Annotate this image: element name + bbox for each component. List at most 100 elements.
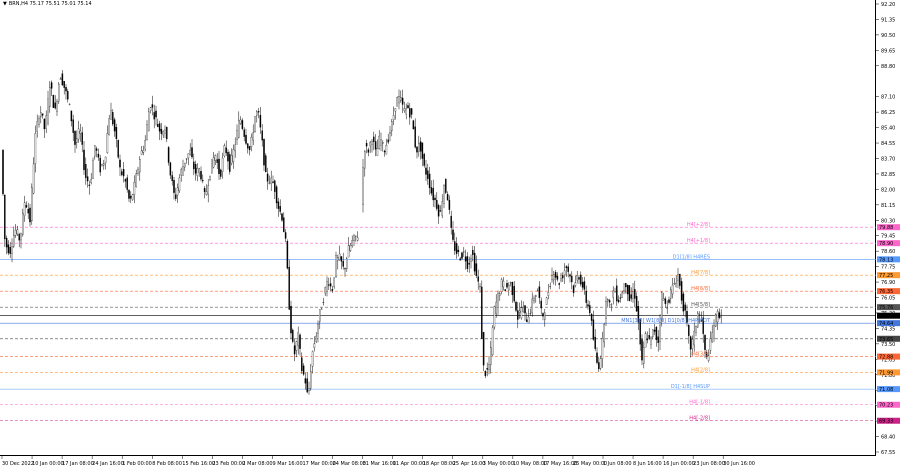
candle[interactable] <box>166 126 168 143</box>
candle[interactable] <box>367 147 370 157</box>
candle[interactable] <box>373 131 375 151</box>
candle[interactable] <box>36 114 38 138</box>
candle[interactable] <box>581 276 584 291</box>
candle[interactable] <box>342 252 344 270</box>
candle[interactable] <box>509 281 512 287</box>
candle[interactable] <box>149 107 152 114</box>
candle[interactable] <box>47 90 49 126</box>
candle[interactable] <box>394 108 397 120</box>
candle[interactable] <box>331 285 334 293</box>
candle[interactable] <box>184 162 186 172</box>
candle[interactable] <box>383 149 386 157</box>
candle[interactable] <box>648 328 650 341</box>
candle[interactable] <box>81 126 83 153</box>
candle[interactable] <box>554 269 557 286</box>
candle[interactable] <box>644 331 647 348</box>
candle[interactable] <box>387 133 389 145</box>
candle[interactable] <box>124 178 127 188</box>
candle[interactable] <box>488 356 490 375</box>
candle[interactable] <box>626 284 629 302</box>
candle[interactable] <box>419 137 422 160</box>
candle[interactable] <box>657 330 659 352</box>
candle[interactable] <box>239 116 242 125</box>
candle[interactable] <box>594 329 596 352</box>
candle[interactable] <box>43 118 46 138</box>
candle[interactable] <box>538 281 541 304</box>
candle[interactable] <box>403 101 406 113</box>
candle[interactable] <box>180 167 182 182</box>
candle[interactable] <box>104 156 107 170</box>
candle[interactable] <box>371 139 373 153</box>
candle[interactable] <box>59 77 62 80</box>
candle[interactable] <box>131 193 134 201</box>
candle[interactable] <box>90 172 92 185</box>
candle[interactable] <box>607 298 609 307</box>
candle[interactable] <box>67 88 69 103</box>
candle[interactable] <box>547 283 550 300</box>
candle[interactable] <box>380 132 382 151</box>
candle[interactable] <box>520 300 523 320</box>
candle[interactable] <box>254 116 256 133</box>
candle[interactable] <box>270 170 272 192</box>
candle[interactable] <box>160 122 163 141</box>
candle[interactable] <box>585 285 587 308</box>
candle[interactable] <box>144 135 146 152</box>
candle[interactable] <box>434 194 436 208</box>
candle[interactable] <box>605 296 607 327</box>
candle[interactable] <box>590 312 593 326</box>
candle[interactable] <box>113 117 116 137</box>
candle[interactable] <box>284 229 287 243</box>
candle[interactable] <box>333 277 335 289</box>
candle[interactable] <box>85 157 87 185</box>
candle[interactable] <box>545 296 548 305</box>
candle[interactable] <box>463 247 465 257</box>
candle[interactable] <box>301 352 303 374</box>
candle[interactable] <box>169 161 172 179</box>
candle[interactable] <box>662 292 665 301</box>
candle[interactable] <box>673 277 676 285</box>
candle[interactable] <box>461 251 463 261</box>
candle[interactable] <box>563 263 566 284</box>
candle[interactable] <box>502 277 505 291</box>
candle[interactable] <box>112 109 114 127</box>
candle[interactable] <box>311 350 314 374</box>
candle[interactable] <box>176 183 179 203</box>
candle[interactable] <box>416 146 418 159</box>
candle[interactable] <box>225 140 227 157</box>
candle[interactable] <box>504 289 506 292</box>
candle[interactable] <box>313 336 316 352</box>
candle[interactable] <box>162 130 164 138</box>
candle[interactable] <box>621 290 623 298</box>
candle[interactable] <box>50 80 53 96</box>
candle[interactable] <box>396 96 398 107</box>
candle[interactable] <box>355 235 357 242</box>
candle[interactable] <box>9 242 11 259</box>
candle[interactable] <box>126 174 128 193</box>
candle[interactable] <box>194 160 197 181</box>
candle[interactable] <box>86 168 89 188</box>
candle[interactable] <box>682 291 685 316</box>
candle[interactable] <box>713 319 715 342</box>
candle[interactable] <box>198 167 200 177</box>
candle[interactable] <box>34 125 37 173</box>
candle[interactable] <box>101 163 103 167</box>
candle[interactable] <box>65 84 67 100</box>
candle[interactable] <box>110 102 112 120</box>
candle[interactable] <box>94 145 96 160</box>
candle[interactable] <box>277 197 280 217</box>
candle[interactable] <box>421 142 424 167</box>
candle[interactable] <box>203 186 206 199</box>
candle[interactable] <box>97 148 100 161</box>
candle[interactable] <box>335 251 337 279</box>
candle[interactable] <box>443 184 445 209</box>
candle[interactable] <box>459 256 461 261</box>
candle[interactable] <box>11 238 13 263</box>
candle[interactable] <box>106 125 109 154</box>
candle[interactable] <box>466 252 469 273</box>
candle[interactable] <box>490 340 492 374</box>
chart-window[interactable]: ▼ BRN,H4 75.17 75.51 75.01 75.14 H4[+2/8]… <box>0 0 900 468</box>
candle[interactable] <box>437 203 440 224</box>
candle[interactable] <box>711 324 713 343</box>
candle[interactable] <box>517 302 519 329</box>
candle[interactable] <box>376 139 379 156</box>
